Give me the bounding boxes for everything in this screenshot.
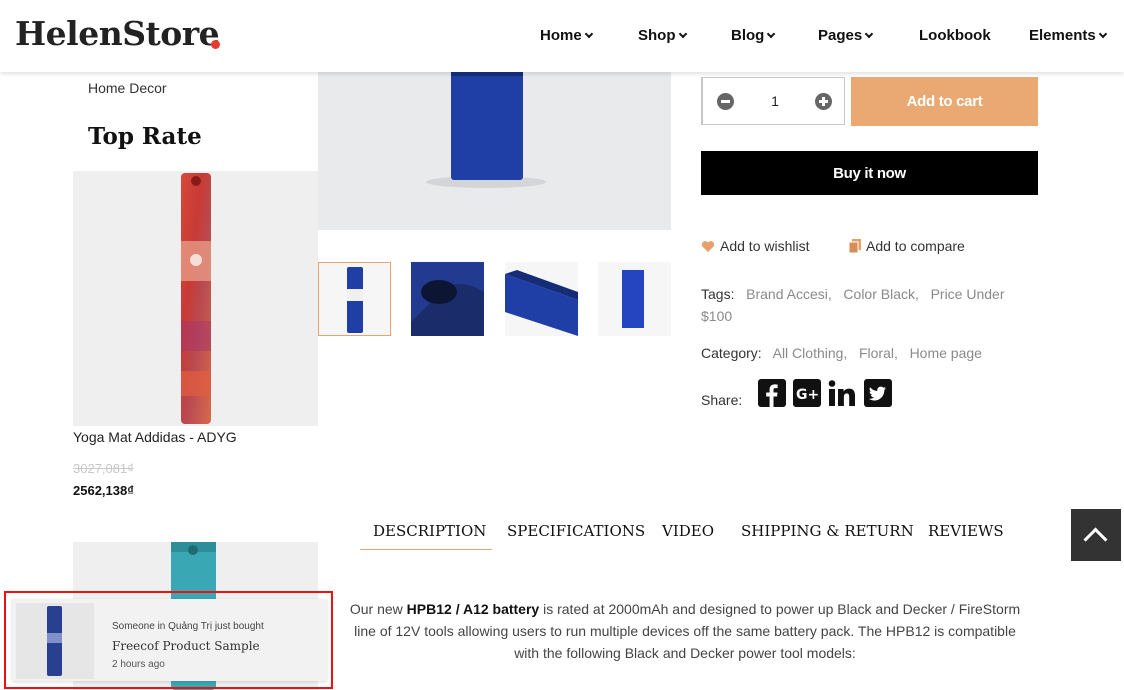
category-link[interactable]: Home page [910,345,982,361]
sidebar-product-title[interactable]: Yoga Mat Addidas - ADYG [73,428,237,446]
svg-text:G+: G+ [796,387,819,403]
purchase-notification-highlight: Someone in Quảng Trị just bought Freecof… [4,591,333,689]
tag-link[interactable]: Color Black, [843,286,918,302]
nav-elements-label: Elements [1029,27,1096,44]
buy-now-button[interactable]: Buy it now [701,151,1038,195]
nav-blog-label: Blog [731,27,765,44]
category-label: Category: [701,345,762,361]
blue-yoga-mat-main-image [318,72,671,230]
quantity-decrease-button[interactable] [717,93,734,110]
notification-product-name[interactable]: Freecof Product Sample [112,638,260,654]
nav-blog[interactable]: Blog [731,26,776,46]
back-to-top-button[interactable] [1071,509,1121,561]
tags-label: Tags: [701,286,735,302]
add-to-wishlist-link[interactable]: Add to wishlist [701,237,809,257]
product-description: Our new HPB12 / A12 battery is rated at … [340,598,1030,664]
nav-home[interactable]: Home [540,26,593,46]
facebook-icon[interactable] [758,379,786,407]
nav-shop[interactable]: Shop [638,26,687,46]
sidebar-product-price: 2562,138₫ [73,483,134,498]
nav-pages-label: Pages [818,27,863,44]
quantity-stepper [701,77,845,125]
chevron-down-icon [1098,29,1107,39]
nav-lookbook[interactable]: Lookbook [919,26,991,46]
share-label: Share: [701,392,743,408]
yoga-mat-red-image [73,171,318,426]
nav-elements[interactable]: Elements [1029,26,1107,46]
description-bold: HPB12 / A12 battery [406,601,540,617]
add-to-cart-button[interactable]: Add to cart [851,77,1038,126]
store-logo[interactable]: HelenStore [15,14,220,54]
chevron-down-icon [864,29,874,39]
tag-link[interactable]: Brand Accesi, [746,286,832,302]
tab-description[interactable]: DESCRIPTION [373,521,486,541]
nav-shop-label: Shop [638,27,676,44]
gallery-thumb-4[interactable] [598,262,671,336]
gallery-thumb-2[interactable] [411,262,484,336]
product-thumbnail-yoga-mat[interactable] [73,171,318,426]
sidebar-product-old-price: 3027,081₫ [73,461,134,476]
nav-pages[interactable]: Pages [818,26,874,46]
tab-reviews[interactable]: REVIEWS [928,521,1004,541]
twitter-icon[interactable] [864,379,892,407]
add-to-wishlist-label: Add to wishlist [720,238,810,254]
linkedin-icon[interactable] [828,379,856,407]
chevron-down-icon [584,29,593,39]
nav-lookbook-label: Lookbook [919,27,991,44]
tab-video[interactable]: VIDEO [662,521,714,541]
category-link[interactable]: All Clothing, [773,345,848,361]
notification-time: 2 hours ago [112,659,165,670]
nav-home-label: Home [540,27,582,44]
google-plus-icon[interactable]: G+ [793,379,821,407]
gallery-thumb-3[interactable] [505,262,578,336]
chevron-down-icon [767,29,776,39]
tab-specifications[interactable]: SPECIFICATIONS [507,521,645,541]
thumb-mat-angle-image [505,262,578,336]
gallery-thumb-1[interactable] [318,262,391,336]
description-prefix: Our new [349,601,407,617]
thumb-unrolled-mat-image [411,262,484,336]
add-to-compare-link[interactable]: Add to compare [848,237,965,257]
purchase-notification[interactable]: Someone in Quảng Trị just bought Freecof… [12,599,327,681]
sidebar-heading-top-rate: Top Rate [88,123,202,150]
product-categories: Category: All Clothing, Floral, Home pag… [701,342,1041,364]
notification-product-image [16,603,94,679]
product-tags: Tags: Brand Accesi, Color Black, Price U… [701,283,1031,327]
thumb-mat-flat-image [598,262,671,336]
chevron-down-icon [678,29,687,39]
quantity-increase-button[interactable] [815,93,832,110]
notification-buyer-text: Someone in Quảng Trị just bought [112,621,264,632]
thumb-rolled-mat-image [319,263,390,335]
product-main-image[interactable] [318,72,671,230]
quantity-input[interactable] [753,90,797,112]
logo-dot [211,40,220,49]
copy-icon [848,239,861,257]
heart-icon [701,239,715,257]
site-header: HelenStore Home Shop Blog Pages Lookbook… [0,0,1124,72]
category-link[interactable]: Floral, [859,345,898,361]
active-tab-indicator [360,549,492,550]
notification-mat-image [16,603,94,679]
add-to-compare-label: Add to compare [866,238,965,254]
sidebar-category-home-decor[interactable]: Home Decor [88,79,167,97]
tab-shipping-return[interactable]: SHIPPING & RETURN [741,521,914,541]
